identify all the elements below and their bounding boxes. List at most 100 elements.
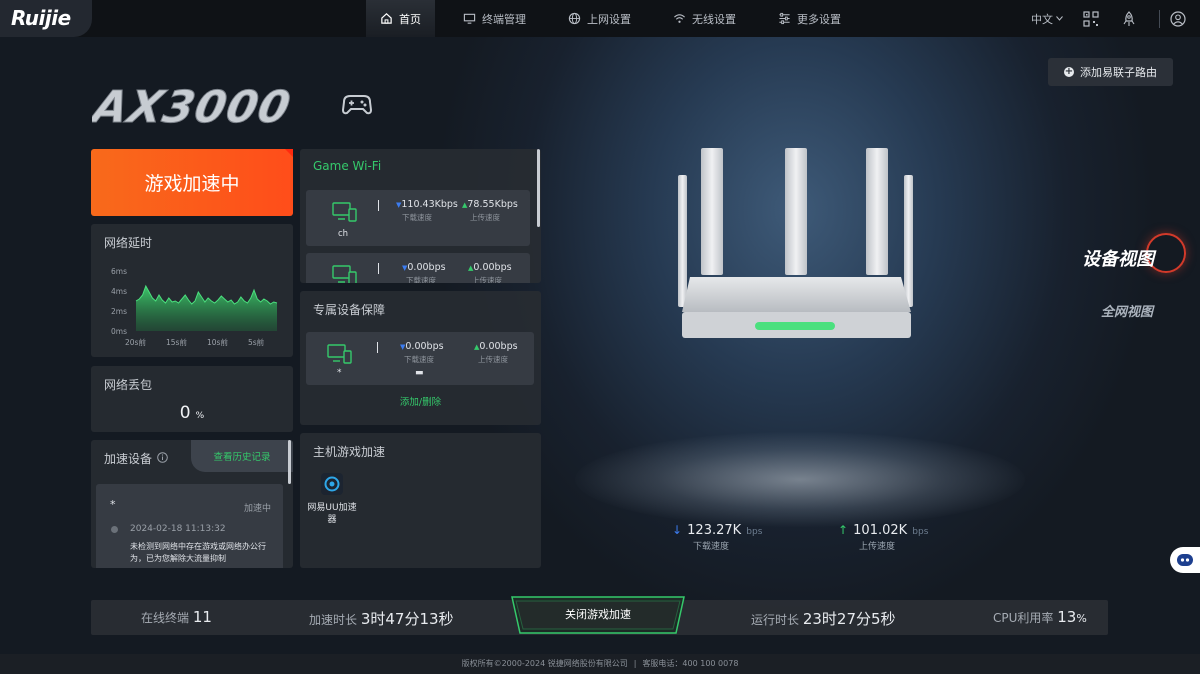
toolbar-divider	[1159, 9, 1160, 28]
router-upload: ↑ 101.02K bps	[838, 519, 928, 538]
online-terminals-value: 11	[192, 608, 212, 626]
cpu-usage-stat: CPU利用率 13%	[993, 608, 1087, 626]
accel-device-card: * 加速中 2024-02-18 11:13:32 未检测到网络中存在游戏或网络…	[96, 484, 283, 568]
device-icon	[332, 202, 357, 222]
y-tick-label: 4ms	[111, 287, 127, 296]
console-accel-title: 主机游戏加速	[313, 445, 386, 459]
add-sub-router-button[interactable]: + 添加易联子路由	[1048, 58, 1173, 86]
upload-speed: ▲78.55Kbps	[462, 199, 518, 210]
router-upload-unit: bps	[912, 527, 929, 537]
router-download: ↓ 123.27K bps	[672, 519, 762, 538]
packet-loss-panel: 网络丢包 0 %	[91, 366, 293, 432]
online-terminals-stat: 在线终端 11	[141, 608, 212, 626]
user-icon[interactable]	[1170, 10, 1186, 27]
info-icon[interactable]	[157, 452, 168, 463]
corner-marker	[285, 149, 293, 157]
x-tick-label: 15s前	[166, 337, 187, 347]
nav-item-internet[interactable]: 上网设置	[554, 0, 645, 37]
upload-label: 上传速度	[478, 355, 508, 364]
game-accel-status-label: 游戏加速中	[144, 173, 240, 195]
latency-area-series	[136, 286, 277, 331]
nav-item-wireless[interactable]: 无线设置	[659, 0, 750, 37]
router-upload-label: 上传速度	[859, 542, 896, 552]
qr-code-icon[interactable]	[1083, 10, 1099, 27]
view-history-label: 查看历史记录	[213, 452, 271, 463]
divider	[378, 200, 379, 211]
cpu-usage-label: CPU利用率	[993, 611, 1054, 625]
logo-container: Ruijie	[0, 0, 92, 37]
download-speed-value: 0.00bps	[407, 262, 446, 273]
devices-icon	[463, 13, 476, 24]
accel-devices-panel: 加速设备 查看历史记录 * 加速中 2024-02-18 11:13:32 未检…	[91, 440, 293, 568]
device-value-dash: ▬	[415, 368, 424, 378]
language-selector[interactable]: 中文	[1031, 11, 1063, 27]
download-speed: ▼0.00bps	[402, 262, 446, 273]
download-label: 下载速度	[404, 355, 434, 364]
router-base-shadow	[575, 432, 1025, 527]
upload-speed-value: 78.55Kbps	[467, 199, 518, 210]
add-sub-router-label: 添加易联子路由	[1080, 66, 1157, 79]
accel-device-name: *	[110, 498, 116, 511]
upload-speed-value: 0.00bps	[473, 262, 512, 273]
upload-label: 上传速度	[470, 213, 500, 222]
chat-support-button[interactable]	[1170, 547, 1200, 573]
uu-accelerator-app[interactable]: 网易UU加速器	[304, 473, 360, 526]
router-illustration	[678, 148, 913, 338]
ruijie-logo: Ruijie	[11, 6, 71, 30]
game-wifi-device-card[interactable]: ▼0.00bps 下载速度 ▲0.00bps 上传速度	[306, 253, 530, 283]
top-right-tools: 中文	[1031, 0, 1200, 37]
game-accel-status-button[interactable]: 游戏加速中	[91, 149, 293, 216]
view-history-tab[interactable]: 查看历史记录	[191, 440, 293, 472]
dedicated-device-card[interactable]: * ▼0.00bps 下载速度 ▲0.00bps 上传速度 ▬	[306, 332, 534, 385]
chevron-down-icon	[1056, 16, 1063, 21]
gamepad-icon	[341, 95, 373, 115]
router-download-label: 下载速度	[693, 542, 730, 552]
uptime-stat: 运行时长 23时27分5秒	[751, 608, 896, 629]
latency-panel: 网络延时 6ms 4ms 2ms 0ms 20s前 15s前 10s前 5s前	[91, 224, 293, 357]
upload-label: 上传速度	[472, 276, 502, 283]
footer-separator: |	[633, 659, 637, 668]
add-remove-link[interactable]: 添加/删除	[300, 394, 541, 408]
accel-device-status: 加速中	[243, 504, 271, 514]
accel-duration-label: 加速时长	[309, 613, 358, 627]
y-tick-label: 6ms	[111, 267, 127, 276]
console-accel-panel: 主机游戏加速 网易UU加速器	[300, 433, 541, 568]
device-icon	[327, 344, 352, 364]
network-view-tab[interactable]: 全网视图	[1101, 301, 1153, 320]
divider	[378, 263, 379, 274]
download-speed-value: 0.00bps	[405, 341, 444, 352]
uu-accelerator-icon	[321, 473, 343, 495]
device-icon	[332, 265, 357, 283]
nav-label-wireless: 无线设置	[692, 12, 736, 26]
wifi-icon	[674, 14, 685, 23]
accel-duration-stat: 加速时长 3时47分13秒	[309, 608, 454, 629]
online-terminals-label: 在线终端	[141, 611, 190, 625]
router-download-unit: bps	[746, 527, 763, 537]
nav-item-more[interactable]: 更多设置	[764, 0, 855, 37]
latency-chart: 6ms 4ms 2ms 0ms 20s前 15s前 10s前 5s前	[111, 267, 278, 347]
upload-speed: ▲0.00bps	[468, 262, 512, 273]
upload-arrow-icon: ↑	[838, 523, 849, 537]
nav-item-terminals[interactable]: 终端管理	[449, 0, 540, 37]
accel-devices-scrollbar[interactable]	[288, 440, 291, 484]
close-game-accel-label: 关闭游戏加速	[565, 608, 631, 621]
accel-duration-value: 3时47分13秒	[360, 610, 454, 628]
download-speed: ▼0.00bps	[400, 341, 444, 352]
game-wifi-device-card[interactable]: ch ▼110.43Kbps 下载速度 ▲78.55Kbps 上传速度	[306, 190, 530, 246]
rocket-icon[interactable]	[1121, 10, 1137, 27]
game-wifi-scrollbar[interactable]	[537, 149, 540, 227]
router-upload-value: 101.02K	[853, 523, 908, 538]
download-arrow-icon: ↓	[672, 523, 683, 537]
close-game-accel-button[interactable]: 关闭游戏加速	[506, 594, 690, 636]
game-wifi-panel: Game Wi-Fi ch ▼110.43Kbps 下载速度 ▲78.55Kbp…	[300, 149, 541, 283]
dedicated-device-panel: 专属设备保障 * ▼0.00bps 下载速度 ▲0.00bps 上传速度 ▬ 添…	[300, 291, 541, 425]
divider	[377, 342, 378, 353]
nav-item-home[interactable]: 首页	[366, 0, 435, 37]
hotline-text: 客服电话：400 100 0078	[642, 659, 739, 668]
packet-loss-title: 网络丢包	[104, 378, 153, 392]
uptime-label: 运行时长	[751, 613, 800, 627]
uptime-value: 23时27分5秒	[802, 610, 896, 628]
device-view-tab[interactable]: 设备视图	[1080, 233, 1186, 276]
sliders-icon	[779, 12, 790, 25]
upload-speed: ▲0.00bps	[474, 341, 518, 352]
